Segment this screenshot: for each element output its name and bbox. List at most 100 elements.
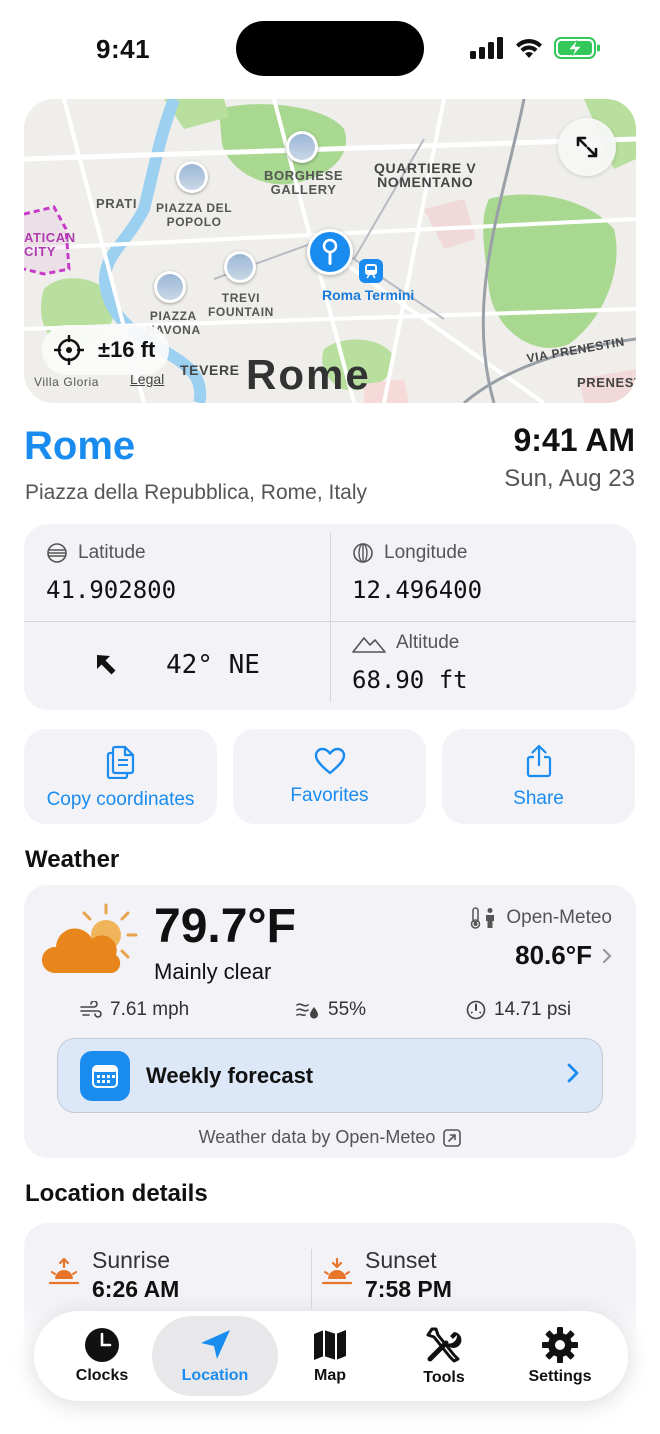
external-link-icon [443, 1128, 462, 1147]
tab-settings-label: Settings [528, 1368, 592, 1385]
heading-arrow-icon [97, 655, 116, 675]
pressure-metric: 14.71 psi [466, 999, 571, 1021]
map-label-piazza-popolo: PIAZZA DEL POPOLO [156, 201, 233, 229]
weather-source-label: Open-Meteo [506, 907, 612, 928]
latitude-label: Latitude [78, 542, 146, 563]
tab-map-label: Map [314, 1367, 346, 1384]
tab-location-label: Location [181, 1367, 249, 1384]
sunset-cell: Sunset 7:58 PM [321, 1247, 452, 1303]
divider [330, 532, 331, 702]
location-map[interactable]: PRATI BORGHESE GALLERY QUARTIERE V NOMEN… [24, 99, 636, 403]
poi-piazza-del-popolo[interactable] [176, 161, 208, 193]
expand-map-button[interactable] [558, 118, 616, 176]
sunrise-icon [48, 1257, 80, 1285]
weather-card[interactable]: 79.7°F Mainly clear Open-Meteo 80.6°F 7.… [24, 885, 636, 1158]
map-label-trevi: TREVI FOUNTAIN [208, 291, 274, 319]
city-title: Rome [24, 424, 136, 468]
status-bar: 9:41 [0, 0, 660, 96]
sunset-time: 7:58 PM [365, 1276, 452, 1302]
tab-settings[interactable]: Settings [512, 1316, 608, 1396]
poi-piazza-navona[interactable] [154, 271, 186, 303]
sunrise-cell: Sunrise 6:26 AM [48, 1247, 179, 1303]
longitude-value: 12.496400 [352, 576, 483, 604]
poi-trevi-fountain[interactable] [224, 251, 256, 283]
altitude-cell[interactable]: Altitude 68.90 ft [352, 632, 468, 694]
poi-borghese-gallery[interactable] [286, 131, 318, 163]
location-pin[interactable] [307, 229, 353, 275]
mountain-icon [352, 637, 386, 653]
pin-needle-icon [322, 238, 338, 265]
attribution-text: Weather data by Open-Meteo [198, 1127, 436, 1147]
wind-value: 7.61 mph [110, 999, 190, 1020]
wifi-icon [516, 38, 542, 58]
feels-like-thermometer-icon [471, 907, 495, 929]
calendar-icon [80, 1051, 130, 1101]
feels-like-value: 80.6°F [515, 940, 592, 970]
humidity-value: 55% [328, 999, 367, 1020]
weather-attribution-link[interactable]: Weather data by Open-Meteo [24, 1127, 636, 1148]
weather-section-title: Weather [25, 846, 120, 873]
copy-coordinates-label: Copy coordinates [46, 788, 195, 810]
longitude-globe-icon [353, 543, 373, 563]
tab-tools-label: Tools [423, 1369, 465, 1386]
sunrise-time: 6:26 AM [92, 1276, 180, 1302]
longitude-label: Longitude [384, 542, 468, 563]
map-label-tevere: TEVERE [180, 362, 240, 378]
share-icon [526, 744, 551, 777]
map-label-borghese: BORGHESE GALLERY [264, 168, 344, 197]
humidity-icon [296, 1003, 318, 1019]
map-label-station: Roma Termini [322, 287, 415, 303]
coordinates-card: Latitude 41.902800 Longitude 12.496400 4… [24, 524, 636, 710]
tab-map[interactable]: Map [284, 1316, 376, 1396]
weather-source: Open-Meteo [470, 907, 612, 929]
map-label-villa: Villa Gloria [34, 375, 100, 389]
feels-like-button[interactable]: 80.6°F [515, 940, 612, 971]
weather-condition: Mainly clear [154, 959, 272, 984]
latitude-value: 41.902800 [46, 576, 177, 604]
chevron-right-icon [567, 1063, 579, 1083]
tab-bar: Clocks Location Map Tools Settings [34, 1311, 628, 1401]
heading-value: 42° NE [166, 650, 260, 680]
heading-cell: 42° NE [94, 650, 260, 680]
pressure-value: 14.71 psi [494, 999, 572, 1020]
favorites-button[interactable]: Favorites [233, 729, 426, 824]
local-time: 9:41 AM [513, 422, 635, 458]
location-details-title: Location details [25, 1180, 208, 1207]
current-temperature: 79.7°F [154, 900, 296, 953]
wind-icon [80, 1001, 102, 1018]
favorites-label: Favorites [290, 784, 369, 806]
divider [24, 621, 636, 622]
share-button[interactable]: Share [442, 729, 635, 824]
copy-coordinates-button[interactable]: Copy coordinates [24, 729, 217, 824]
map-city-label: Rome [246, 351, 371, 398]
chevron-right-icon [602, 948, 612, 963]
heart-icon [314, 747, 345, 774]
map-icon [314, 1330, 346, 1360]
accuracy-value: ±16 ft [98, 337, 156, 362]
humidity-metric: 55% [296, 999, 366, 1021]
tab-location[interactable]: Location [152, 1316, 278, 1396]
longitude-cell[interactable]: Longitude 12.496400 [352, 542, 482, 604]
local-date: Sun, Aug 23 [504, 465, 635, 492]
tab-tools[interactable]: Tools [398, 1316, 490, 1396]
map-label-prenest: PRENEST [577, 375, 636, 390]
weekly-forecast-button[interactable]: Weekly forecast [57, 1038, 603, 1113]
latitude-globe-icon [47, 543, 67, 563]
address-text: Piazza della Repubblica, Rome, Italy [25, 481, 368, 504]
tab-clocks[interactable]: Clocks [54, 1316, 150, 1396]
wind-metric: 7.61 mph [80, 999, 189, 1021]
clock-icon [85, 1328, 119, 1362]
gear-icon [542, 1327, 578, 1363]
sunset-label: Sunset [365, 1247, 437, 1273]
map-label-quartiere: QUARTIERE V NOMENTANO [374, 160, 477, 190]
altitude-value: 68.90 ft [352, 666, 468, 694]
cellular-signal-icon [470, 37, 503, 59]
train-station-icon[interactable] [359, 259, 383, 283]
gauge-icon [466, 1000, 486, 1020]
map-label-prati: PRATI [96, 196, 138, 211]
accuracy-badge[interactable]: ±16 ft [42, 325, 170, 375]
battery-charging-icon [554, 37, 600, 59]
location-arrow-icon [201, 1330, 230, 1359]
status-icons [470, 36, 602, 60]
latitude-cell[interactable]: Latitude 41.902800 [46, 542, 176, 604]
